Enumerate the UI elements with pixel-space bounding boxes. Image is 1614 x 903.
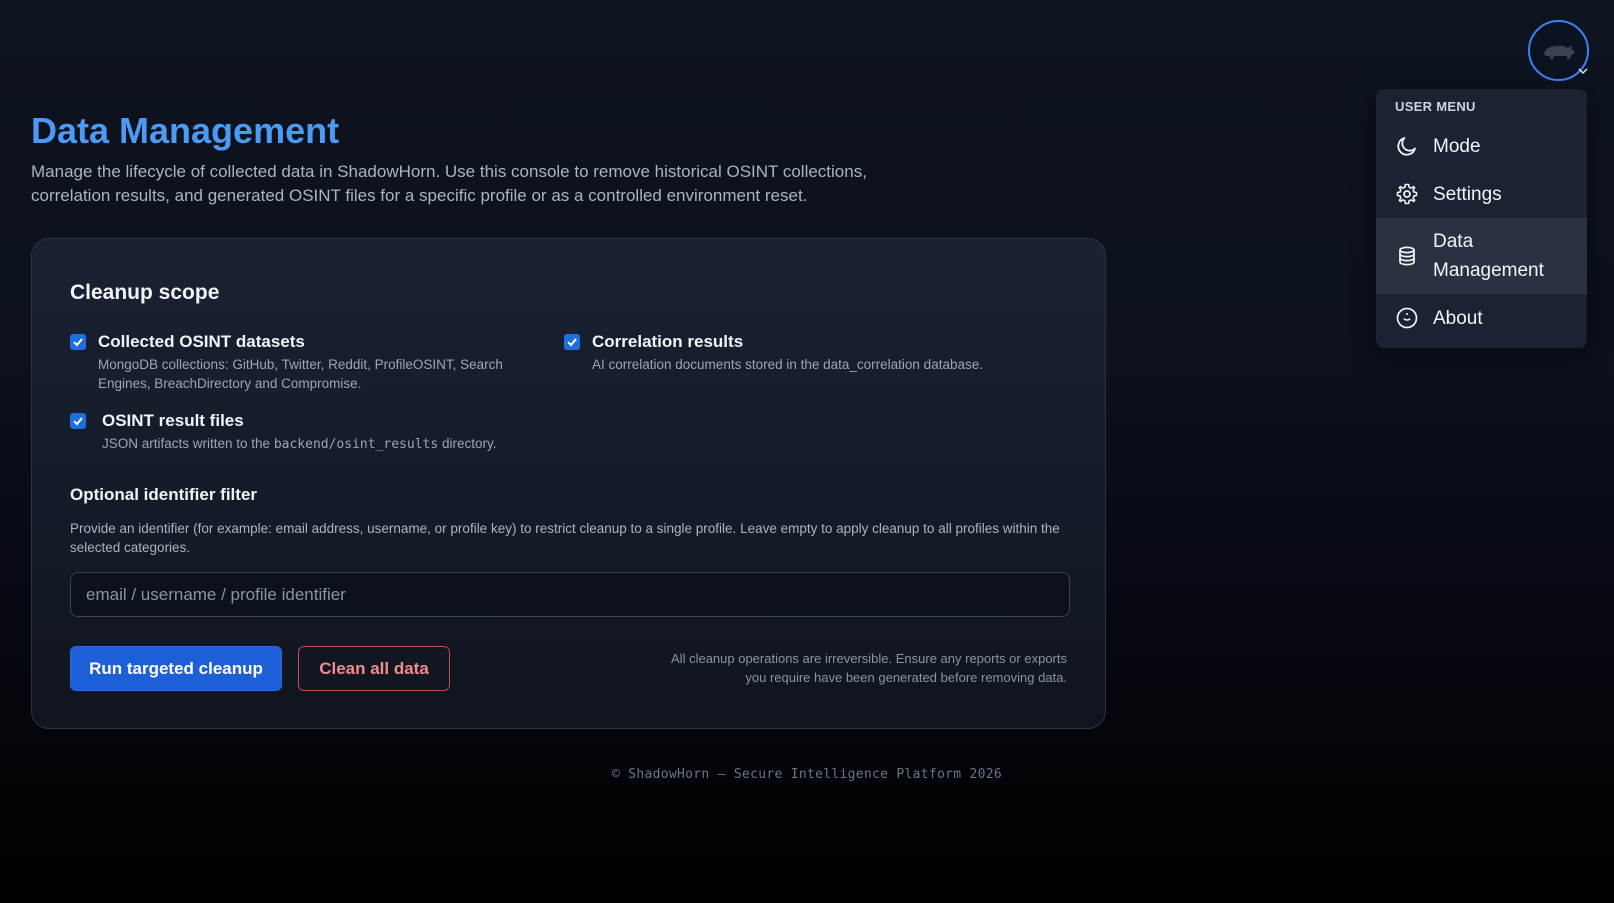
footer-text: © ShadowHorn — Secure Intelligence Platf… bbox=[611, 767, 1003, 782]
option-osint-result-files: OSINT result files JSON artifacts writte… bbox=[70, 410, 590, 454]
menu-item-label: Mode bbox=[1433, 135, 1481, 157]
correlation-results-checkbox[interactable] bbox=[564, 334, 580, 350]
osint-result-files-checkbox[interactable] bbox=[70, 413, 86, 429]
moon-icon bbox=[1395, 134, 1419, 158]
gear-icon bbox=[1395, 182, 1419, 206]
option-label: Correlation results bbox=[592, 332, 744, 351]
identifier-filter-input[interactable] bbox=[70, 572, 1070, 617]
option-description: AI correlation documents stored in the d… bbox=[592, 357, 983, 372]
option-description: MongoDB collections: GitHub, Twitter, Re… bbox=[98, 357, 503, 391]
menu-item-settings[interactable]: Settings bbox=[1376, 170, 1587, 218]
option-label: Collected OSINT datasets bbox=[98, 332, 305, 351]
menu-item-label: Settings bbox=[1433, 183, 1502, 205]
menu-item-mode[interactable]: Mode bbox=[1376, 122, 1587, 170]
cleanup-card: Cleanup scope Collected OSINT datasets M… bbox=[31, 238, 1106, 729]
checkmark-icon bbox=[73, 338, 83, 347]
rhino-avatar-icon bbox=[1543, 44, 1574, 59]
clean-all-data-button[interactable]: Clean all data bbox=[298, 646, 450, 691]
chevron-down-icon bbox=[1578, 68, 1588, 75]
irreversible-warning: All cleanup operations are irreversible.… bbox=[671, 651, 1067, 685]
option-correlation-results: Correlation results AI correlation docum… bbox=[564, 331, 1044, 374]
user-avatar-button[interactable] bbox=[1528, 20, 1589, 81]
filter-description: Provide an identifier (for example: emai… bbox=[70, 521, 1060, 555]
option-label: OSINT result files bbox=[102, 411, 244, 430]
menu-item-data-management[interactable]: Data Management bbox=[1376, 218, 1587, 294]
user-menu-dropdown: USER MENU Mode Settings Data Management bbox=[1376, 89, 1587, 348]
directory-path: backend/osint_results bbox=[273, 437, 439, 452]
osint-datasets-checkbox[interactable] bbox=[70, 334, 86, 350]
menu-item-about[interactable]: About bbox=[1376, 294, 1587, 342]
page-title: Data Management bbox=[31, 110, 340, 151]
option-osint-datasets: Collected OSINT datasets MongoDB collect… bbox=[70, 331, 520, 393]
checkmark-icon bbox=[73, 417, 83, 426]
run-targeted-cleanup-button[interactable]: Run targeted cleanup bbox=[70, 646, 282, 691]
database-icon bbox=[1395, 244, 1419, 268]
option-description: JSON artifacts written to the backend/os… bbox=[102, 436, 497, 452]
user-menu-title: USER MENU bbox=[1395, 99, 1476, 114]
cleanup-scope-title: Cleanup scope bbox=[70, 281, 220, 304]
smile-circle-icon bbox=[1395, 306, 1419, 330]
menu-item-label: About bbox=[1433, 307, 1483, 329]
page-description: Manage the lifecycle of collected data i… bbox=[31, 162, 867, 205]
filter-title: Optional identifier filter bbox=[70, 485, 258, 504]
checkmark-icon bbox=[567, 338, 577, 347]
menu-item-label: Data Management bbox=[1433, 231, 1544, 281]
